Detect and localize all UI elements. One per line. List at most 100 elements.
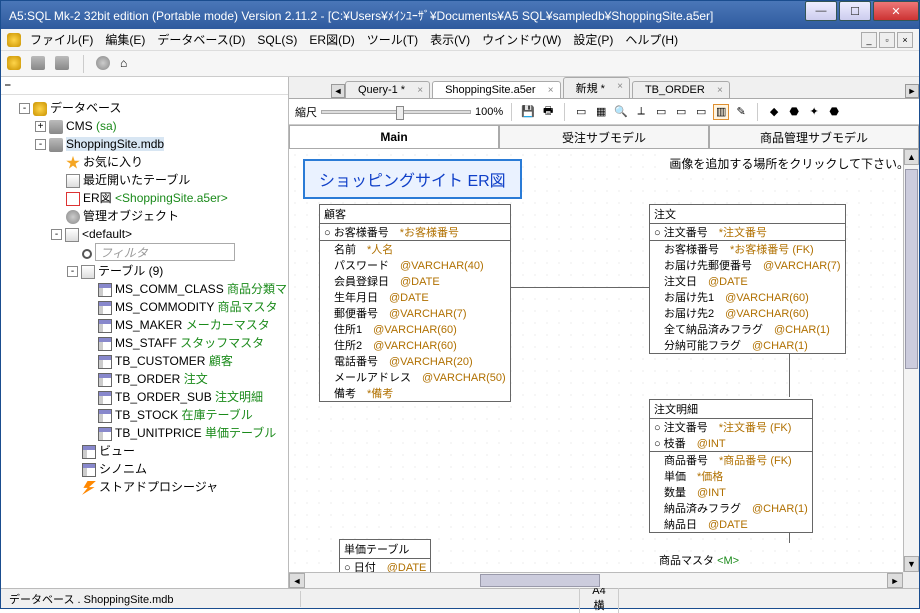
menu-tool[interactable]: ツール(T) bbox=[361, 29, 424, 50]
menu-database[interactable]: データベース(D) bbox=[151, 29, 251, 50]
mdi-close[interactable]: × bbox=[897, 32, 913, 48]
close-icon[interactable]: × bbox=[417, 85, 423, 96]
entity-unitprice[interactable]: 単価テーブル ○ 日付 @DATE bbox=[339, 539, 431, 576]
table-name[interactable]: TB_ORDER bbox=[115, 372, 180, 386]
toolbar-btn-1[interactable] bbox=[7, 56, 23, 72]
tree-recent[interactable]: 最近開いたテーブル bbox=[83, 173, 190, 187]
maximize-button[interactable]: ☐ bbox=[839, 1, 871, 21]
table-icon bbox=[98, 283, 112, 297]
tool-icon[interactable]: ▭ bbox=[673, 104, 689, 120]
menu-view[interactable]: 表示(V) bbox=[424, 29, 476, 50]
tab-query[interactable]: Query-1 *× bbox=[345, 81, 430, 98]
table-name[interactable]: TB_ORDER_SUB bbox=[115, 390, 212, 404]
tree-cms[interactable]: CMS bbox=[66, 119, 93, 133]
relation-icon[interactable]: ⟂ bbox=[633, 104, 649, 120]
tree-root[interactable]: データベース bbox=[50, 101, 121, 115]
filter-input[interactable]: フィルタ bbox=[95, 243, 235, 261]
pointer-icon[interactable]: ▭ bbox=[573, 104, 589, 120]
menu-help[interactable]: ヘルプ(H) bbox=[619, 29, 684, 50]
entity-order-sub[interactable]: 注文明細 ○ 注文番号 *注文番号 (FK)○ 枝番 @INT商品番号 *商品番… bbox=[649, 399, 813, 533]
folder-icon bbox=[81, 265, 95, 279]
tree-mdb[interactable]: ShoppingSite.mdb bbox=[66, 137, 164, 151]
horizontal-scrollbar[interactable]: ◄ ► bbox=[289, 572, 903, 588]
tree-adm[interactable]: 管理オブジェクト bbox=[83, 209, 179, 223]
menu-edit[interactable]: 編集(E) bbox=[99, 29, 151, 50]
db-tree[interactable]: -データベース +CMS (sa) -ShoppingSite.mdb お気に入… bbox=[1, 95, 288, 588]
vertical-scrollbar[interactable]: ▲ ▼ bbox=[903, 149, 919, 572]
table-name[interactable]: MS_COMM_CLASS bbox=[115, 282, 224, 296]
table-name[interactable]: MS_MAKER bbox=[115, 318, 182, 332]
tool-icon[interactable]: ▭ bbox=[653, 104, 669, 120]
table-name[interactable]: TB_UNITPRICE bbox=[115, 426, 202, 440]
close-button[interactable]: ✕ bbox=[873, 1, 919, 21]
scroll-up[interactable]: ▲ bbox=[904, 149, 919, 165]
table-icon bbox=[98, 337, 112, 351]
tree-schema[interactable]: <default> bbox=[82, 227, 132, 241]
image-tool-icon[interactable]: ▥ bbox=[713, 104, 729, 120]
tab-tborder[interactable]: TB_ORDER× bbox=[632, 81, 730, 98]
toolbar-btn-home[interactable]: ⌂ bbox=[120, 56, 136, 72]
close-icon[interactable]: × bbox=[617, 81, 623, 92]
tree-sp[interactable]: ストアドプロシージャ bbox=[99, 480, 218, 494]
tree-view[interactable]: ビュー bbox=[99, 444, 135, 458]
tool-icon[interactable]: ✦ bbox=[806, 104, 822, 120]
entity-customer[interactable]: 顧客 ○ お客様番号 *お客様番号名前 *人名パスワード @VARCHAR(40… bbox=[319, 204, 511, 402]
menu-file[interactable]: ファイル(F) bbox=[24, 29, 99, 50]
table-name[interactable]: TB_STOCK bbox=[115, 408, 178, 422]
scroll-down[interactable]: ▼ bbox=[904, 556, 919, 572]
toolbar-btn-refresh[interactable] bbox=[96, 56, 112, 72]
entity-tool-icon[interactable]: ▦ bbox=[593, 104, 609, 120]
tool-icon[interactable]: ✎ bbox=[733, 104, 749, 120]
titlebar: A5:SQL Mk-2 32bit edition (Portable mode… bbox=[1, 1, 919, 29]
save-icon[interactable]: 💾 bbox=[520, 104, 536, 120]
toolbar: ⌂ bbox=[1, 51, 919, 77]
tree-er[interactable]: ER図 bbox=[83, 191, 112, 205]
tool-icon[interactable]: ⬣ bbox=[826, 104, 842, 120]
er-canvas[interactable]: 画像を追加する場所をクリックして下さい。 ショッピングサイト ER図 顧客 ○ … bbox=[289, 149, 919, 588]
expander-icon[interactable]: - bbox=[35, 139, 46, 150]
scroll-left[interactable]: ◄ bbox=[289, 573, 305, 588]
scale-label: 縮尺 bbox=[295, 104, 317, 120]
tree-synonym[interactable]: シノニム bbox=[99, 462, 147, 476]
tool-icon[interactable]: ⬣ bbox=[786, 104, 802, 120]
subtab-order[interactable]: 受注サブモデル bbox=[499, 125, 709, 148]
toolbar-btn-2[interactable] bbox=[31, 56, 47, 72]
zoom-slider[interactable] bbox=[321, 110, 471, 114]
tree-fav[interactable]: お気に入り bbox=[83, 155, 143, 169]
view-icon bbox=[82, 445, 96, 459]
subtab-main[interactable]: Main bbox=[289, 125, 499, 148]
minimize-button[interactable]: — bbox=[805, 1, 837, 21]
entity-commodity-label[interactable]: 商品マスタ <M> bbox=[659, 552, 739, 568]
scroll-right[interactable]: ► bbox=[887, 573, 903, 588]
color-icon[interactable]: ◆ bbox=[766, 104, 782, 120]
expander-icon[interactable]: - bbox=[51, 229, 62, 240]
tool-icon[interactable]: ▭ bbox=[693, 104, 709, 120]
tree-tables[interactable]: テーブル (9) bbox=[98, 264, 163, 278]
zoom-icon[interactable]: 🔍 bbox=[613, 104, 629, 120]
tabs-next[interactable]: ► bbox=[905, 84, 919, 98]
toolbar-btn-3[interactable] bbox=[55, 56, 71, 72]
entity-order[interactable]: 注文 ○ 注文番号 *注文番号お客様番号 *お客様番号 (FK)お届け先郵便番号… bbox=[649, 204, 846, 354]
mdi-restore[interactable]: ▫ bbox=[879, 32, 895, 48]
diagram-title[interactable]: ショッピングサイト ER図 bbox=[303, 159, 522, 199]
tab-new[interactable]: 新規 *× bbox=[563, 77, 630, 98]
expander-icon[interactable]: + bbox=[35, 121, 46, 132]
document-tabs: ◄ Query-1 *× ShoppingSite.a5er× 新規 *× TB… bbox=[289, 77, 919, 99]
table-name[interactable]: MS_STAFF bbox=[115, 336, 177, 350]
expander-icon[interactable]: - bbox=[67, 266, 78, 277]
expander-icon[interactable]: - bbox=[19, 103, 30, 114]
print-icon[interactable]: 🖶 bbox=[540, 104, 556, 120]
subtab-product[interactable]: 商品管理サブモデル bbox=[709, 125, 919, 148]
close-icon[interactable]: × bbox=[717, 85, 723, 96]
menu-window[interactable]: ウインドウ(W) bbox=[476, 29, 567, 50]
relation-line[interactable] bbox=[789, 361, 790, 397]
menu-sql[interactable]: SQL(S) bbox=[251, 31, 303, 49]
table-name[interactable]: TB_CUSTOMER bbox=[115, 354, 205, 368]
tabs-prev[interactable]: ◄ bbox=[331, 84, 345, 98]
tab-er[interactable]: ShoppingSite.a5er× bbox=[432, 81, 561, 98]
table-name[interactable]: MS_COMMODITY bbox=[115, 300, 214, 314]
mdi-minimize[interactable]: _ bbox=[861, 32, 877, 48]
close-icon[interactable]: × bbox=[548, 85, 554, 96]
menu-settings[interactable]: 設定(P) bbox=[567, 29, 619, 50]
menu-er[interactable]: ER図(D) bbox=[303, 29, 360, 50]
